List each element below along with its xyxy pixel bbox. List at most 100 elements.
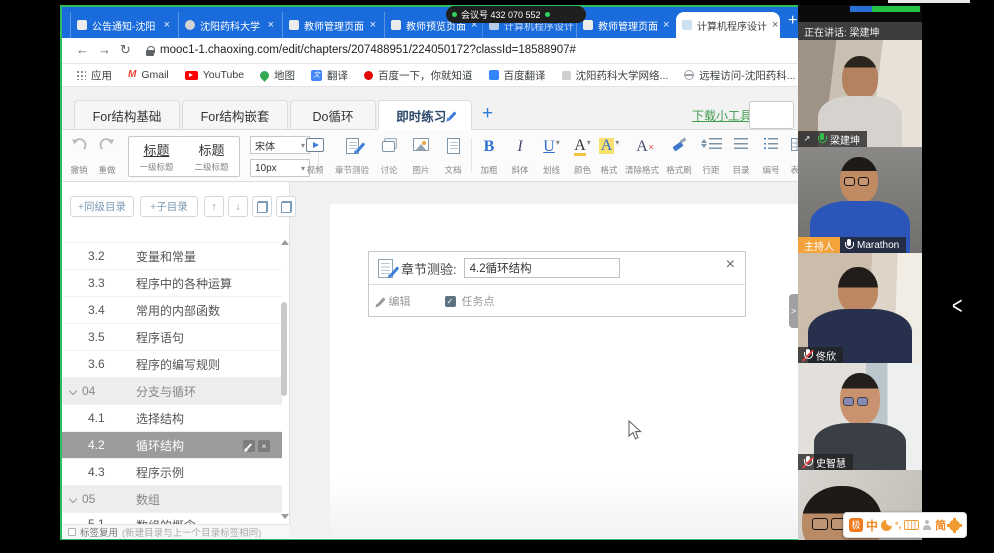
move-down-button[interactable]: ↓ bbox=[228, 196, 248, 217]
label-reuse-checkbox[interactable] bbox=[68, 528, 76, 536]
punctuation-mode[interactable]: °, bbox=[895, 520, 901, 530]
refresh-icon[interactable]: ↻ bbox=[120, 42, 131, 58]
close-tab-icon[interactable]: × bbox=[370, 19, 376, 31]
bookmark-syphu-net[interactable]: 沈阳药科大学网络... bbox=[562, 68, 669, 83]
bookmark-maps[interactable]: 地图 bbox=[260, 68, 295, 83]
back-icon[interactable]: ← bbox=[76, 42, 89, 57]
clear-format-button[interactable]: A× 清除格式 bbox=[622, 136, 662, 178]
scroll-down-icon[interactable] bbox=[281, 514, 289, 519]
insert-video-button[interactable]: 视频 bbox=[299, 136, 331, 178]
simplified-mode[interactable]: 简 bbox=[935, 517, 946, 533]
highlight-format-button[interactable]: A▾ 格式 bbox=[592, 136, 626, 178]
bookmark-youtube[interactable]: YouTube bbox=[185, 69, 244, 81]
content-tab-practice-active[interactable]: 即时练习 bbox=[378, 100, 472, 130]
content-tab-for-basic[interactable]: For结构基础 bbox=[74, 100, 180, 130]
close-tab-icon[interactable]: × bbox=[268, 19, 274, 31]
move-up-button[interactable]: ↑ bbox=[204, 196, 224, 217]
toc-item-3-3[interactable]: 3.3程序中的各种运算 bbox=[62, 269, 282, 296]
line-spacing-button[interactable]: 行距 bbox=[696, 136, 726, 178]
add-child-chapter-button[interactable]: +子目录 bbox=[140, 196, 198, 217]
toc-item-4-1[interactable]: 4.1选择结构 bbox=[62, 404, 282, 431]
batch-edit-button[interactable] bbox=[276, 196, 296, 217]
participant-video[interactable]: ↗ 梁建坤 bbox=[798, 40, 922, 147]
format-painter-button[interactable]: 格式刷 bbox=[662, 136, 696, 178]
toc-item-3-5[interactable]: 3.5程序语句 bbox=[62, 323, 282, 350]
translate-icon: 文 bbox=[311, 70, 322, 81]
participant-video[interactable]: 史智慧 bbox=[798, 363, 922, 470]
bookmark-apps[interactable]: 应用 bbox=[76, 68, 112, 83]
insert-document-button[interactable]: 文档 bbox=[437, 136, 469, 178]
collapse-panel-icon[interactable]: < bbox=[952, 292, 963, 321]
ime-logo-icon[interactable]: 极 bbox=[849, 518, 863, 532]
new-tab-button[interactable]: + bbox=[788, 13, 797, 29]
forward-icon[interactable]: → bbox=[98, 42, 111, 57]
ime-toolbar[interactable]: 极 中 °, 简 bbox=[843, 512, 967, 538]
browser-tab-active[interactable]: 计算机程序设计 × bbox=[676, 12, 780, 38]
close-tab-icon[interactable]: × bbox=[663, 19, 669, 31]
edit-chapter-icon[interactable] bbox=[243, 440, 255, 452]
moon-icon[interactable] bbox=[881, 520, 892, 531]
browser-tab[interactable]: 教师管理页面 × bbox=[576, 12, 674, 38]
panel-expand-handle[interactable]: > bbox=[789, 294, 798, 328]
toc-item-4-2-selected[interactable]: 4.2 循环结构 × bbox=[62, 431, 282, 458]
add-sibling-chapter-button[interactable]: +同级目录 bbox=[70, 196, 134, 217]
undo-button[interactable]: 撤销 bbox=[66, 136, 92, 178]
toc-item-3-4[interactable]: 3.4常用的内部函数 bbox=[62, 296, 282, 323]
browser-tab[interactable]: 沈阳药科大学 × bbox=[178, 12, 280, 38]
edit-link[interactable]: 编辑 bbox=[389, 293, 411, 309]
ime-language-mode[interactable]: 中 bbox=[866, 517, 878, 534]
edit-pencil-icon bbox=[449, 111, 457, 119]
person-icon[interactable] bbox=[922, 520, 932, 530]
video-icon bbox=[306, 138, 324, 152]
delete-chapter-icon[interactable]: × bbox=[258, 440, 270, 452]
bookmark-translate[interactable]: 文翻译 bbox=[311, 68, 348, 83]
toc-section-05[interactable]: 05数组 bbox=[62, 485, 282, 512]
content-tab-for-nested[interactable]: For结构嵌套 bbox=[182, 100, 288, 130]
copy-chapter-button[interactable] bbox=[252, 196, 272, 217]
quiz-title-input[interactable] bbox=[464, 258, 620, 278]
toc-item-4-3[interactable]: 4.3程序示例 bbox=[62, 458, 282, 485]
toc-item-3-6[interactable]: 3.6程序的编写规则 bbox=[62, 350, 282, 377]
baidu-translate-icon bbox=[489, 70, 499, 80]
meeting-status-strip-green bbox=[872, 6, 920, 12]
outline-button[interactable]: 目录 bbox=[726, 136, 756, 178]
close-tab-icon[interactable]: × bbox=[164, 19, 170, 31]
insert-discussion-button[interactable]: 讨论 bbox=[373, 136, 405, 178]
keyboard-icon[interactable] bbox=[904, 520, 919, 530]
gmail-icon: M bbox=[128, 70, 136, 80]
toolbox-button[interactable] bbox=[749, 101, 794, 129]
bookmark-baidu-fanyi[interactable]: 百度翻译 bbox=[489, 68, 546, 83]
task-point-checkbox[interactable]: ✓ bbox=[445, 296, 456, 307]
url-omnibox[interactable]: mooc1-1.chaoxing.com/edit/chapters/20748… bbox=[160, 44, 576, 56]
browser-tab[interactable]: 公告通知-沈阳 × bbox=[70, 12, 176, 38]
redo-button[interactable]: 重做 bbox=[94, 136, 120, 178]
toc-item-5-1[interactable]: 5.1数组的概念 bbox=[62, 512, 282, 524]
scroll-up-icon[interactable] bbox=[281, 240, 289, 245]
lock-icon[interactable] bbox=[146, 46, 154, 57]
participant-video[interactable]: 主持人 Marathon bbox=[798, 147, 922, 253]
bookmark-gmail[interactable]: MGmail bbox=[128, 69, 169, 81]
close-icon[interactable]: × bbox=[726, 256, 735, 274]
italic-button[interactable]: I 斜体 bbox=[505, 136, 535, 178]
bookmark-baidu[interactable]: 百度一下，你就知道 bbox=[364, 68, 473, 83]
participant-name-chip: Marathon bbox=[838, 237, 906, 253]
heading1-option[interactable]: 标题 一级标题 bbox=[129, 137, 184, 176]
browser-tab[interactable]: 教师管理页面 × bbox=[282, 12, 382, 38]
toc-section-04[interactable]: 04分支与循环 bbox=[62, 377, 282, 404]
meeting-id-overlay[interactable]: 会议号 432 070 552 bbox=[446, 6, 586, 23]
sidebar-scrollbar[interactable] bbox=[281, 302, 287, 396]
bookmark-remote-access[interactable]: 远程访问-沈阳药科... bbox=[684, 68, 795, 83]
download-tool-link[interactable]: 下载小工具 bbox=[692, 107, 752, 124]
toc-item-3-2[interactable]: 3.2变量和常量 bbox=[62, 242, 282, 269]
add-content-tab-button[interactable]: + bbox=[482, 103, 493, 125]
numbered-list-button[interactable]: 编号 bbox=[756, 136, 786, 178]
underline-button[interactable]: U▾ 划线 bbox=[536, 136, 567, 178]
participant-video[interactable]: 佟欣 bbox=[798, 253, 922, 363]
content-tab-do-loop[interactable]: Do循环 bbox=[290, 100, 376, 130]
insert-quiz-button[interactable]: 章节测验 bbox=[331, 136, 373, 178]
bold-button[interactable]: B 加粗 bbox=[474, 136, 504, 178]
insert-image-button[interactable]: 图片 bbox=[405, 136, 437, 178]
gear-icon[interactable] bbox=[949, 520, 960, 531]
heading2-option[interactable]: 标题 二级标题 bbox=[184, 137, 239, 176]
close-tab-icon[interactable]: × bbox=[772, 19, 778, 31]
